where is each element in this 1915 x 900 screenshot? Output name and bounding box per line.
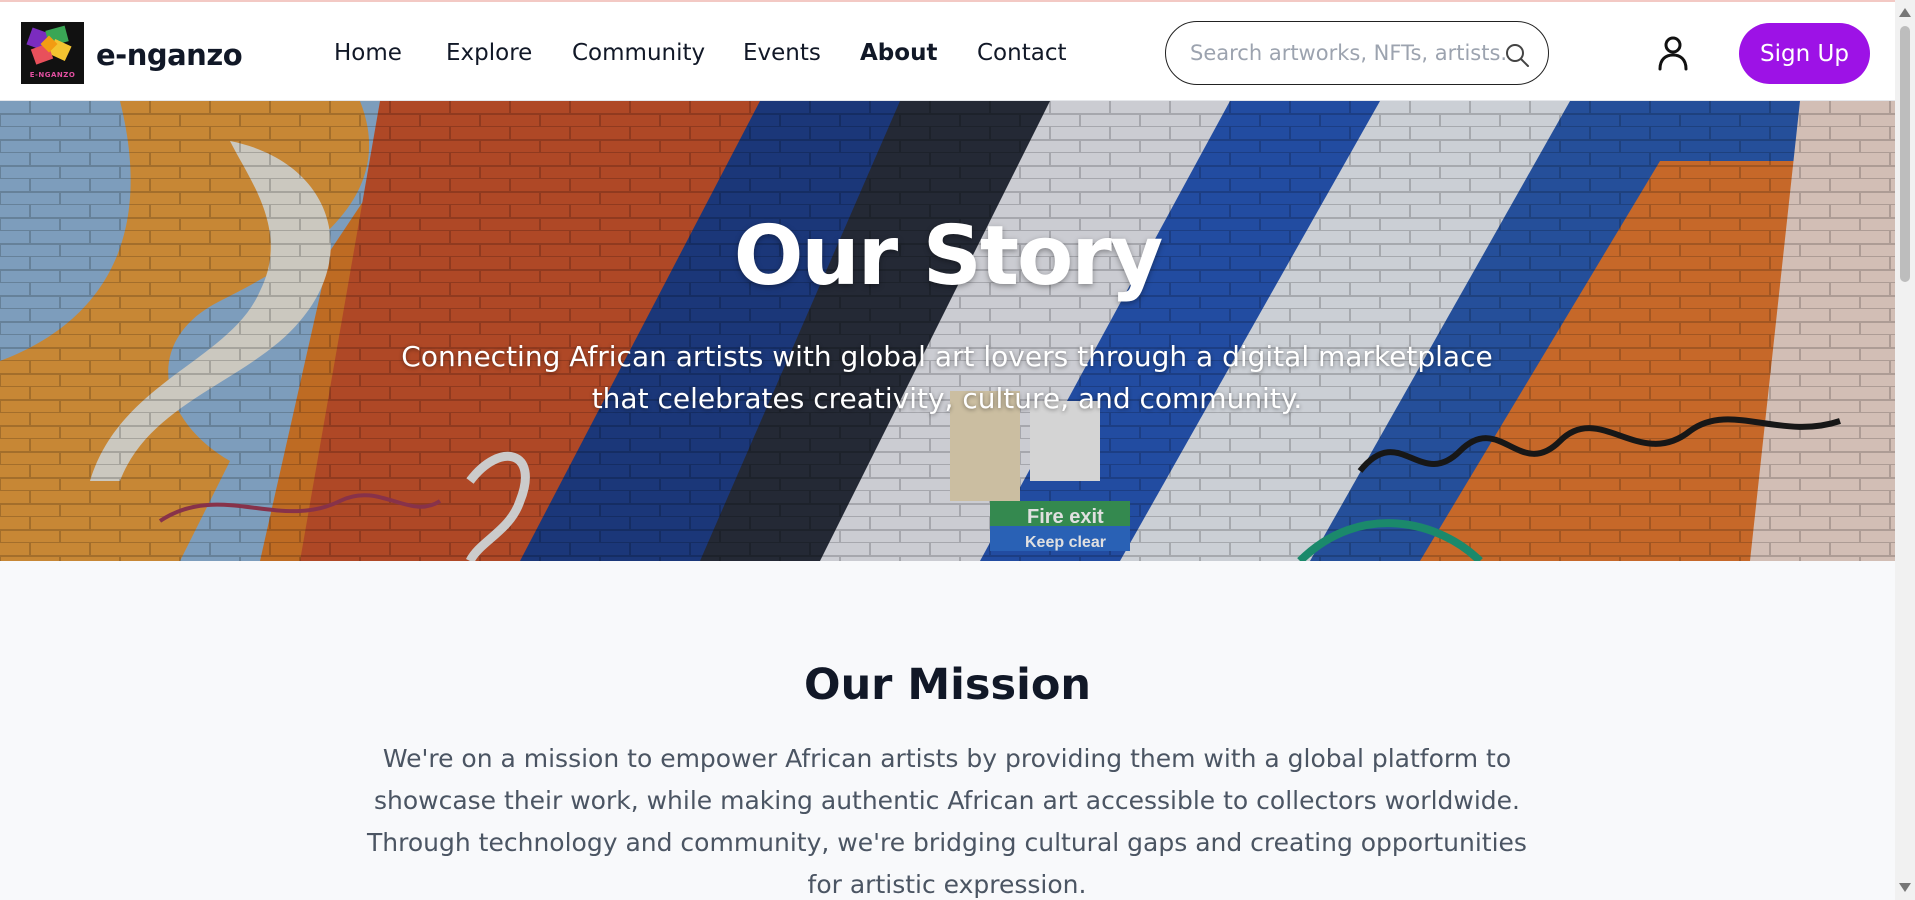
site-header: E-NGANZO e-nganzo Home Explore Community… [0,2,1895,101]
hero-overlay [0,101,1895,561]
hero-banner: Fire exit Keep clear Our Story Connectin… [0,101,1895,561]
scroll-up-arrow-icon[interactable] [1899,8,1911,17]
nav-item-about[interactable]: About [860,40,937,66]
pinwheel-logo-icon[interactable]: E-NGANZO [21,22,84,84]
search-input[interactable] [1190,36,1508,70]
brand-name[interactable]: e-nganzo [96,38,243,72]
mission-title: Our Mission [804,660,1091,710]
sign-up-button[interactable]: Sign Up [1739,23,1870,84]
scroll-thumb[interactable] [1900,26,1910,282]
hero-subtitle: Connecting African artists with global a… [401,340,1493,415]
nav-item-community[interactable]: Community [572,40,705,66]
user-icon[interactable] [1656,35,1690,71]
nav-item-contact[interactable]: Contact [977,40,1066,66]
scroll-down-arrow-icon[interactable] [1899,883,1911,892]
search-icon[interactable] [1504,42,1530,68]
nav-item-explore[interactable]: Explore [446,40,532,66]
nav-item-home[interactable]: Home [334,40,402,66]
page-scrollbar[interactable] [1895,0,1915,900]
search-box [1165,21,1549,85]
logo-caption: E-NGANZO [29,71,76,79]
mission-text: We're on a mission to empower African ar… [367,744,1527,899]
nav-item-events[interactable]: Events [743,40,821,66]
hero-title: Our Story [733,209,1164,304]
